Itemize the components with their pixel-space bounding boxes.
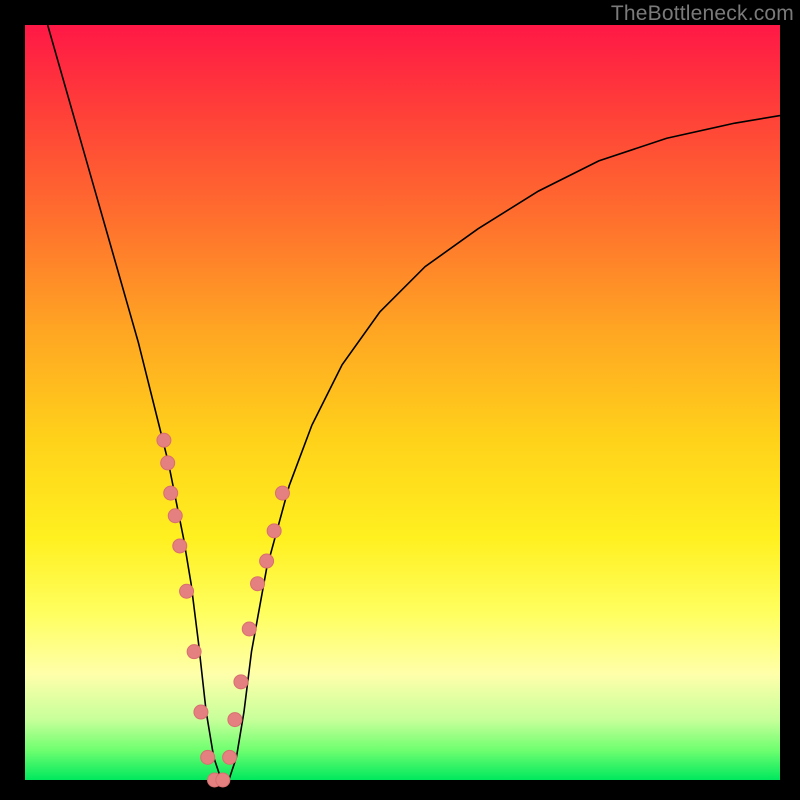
marker-point <box>161 456 175 470</box>
marker-point <box>180 584 194 598</box>
marker-point <box>164 486 178 500</box>
sample-points <box>157 433 290 787</box>
marker-point <box>173 539 187 553</box>
marker-point <box>267 524 281 538</box>
marker-point <box>187 645 201 659</box>
marker-point <box>234 675 248 689</box>
marker-point <box>168 509 182 523</box>
marker-point <box>201 750 215 764</box>
marker-point <box>251 577 265 591</box>
watermark-text: TheBottleneck.com <box>611 2 794 26</box>
plot-svg <box>25 25 780 780</box>
marker-point <box>228 713 242 727</box>
plot-area <box>25 25 780 780</box>
marker-point <box>275 486 289 500</box>
marker-point <box>157 433 171 447</box>
chart-frame: TheBottleneck.com <box>0 0 800 800</box>
marker-point <box>242 622 256 636</box>
marker-point <box>260 554 274 568</box>
bottleneck-curve <box>48 25 780 780</box>
marker-point <box>223 750 237 764</box>
marker-point <box>194 705 208 719</box>
marker-point <box>216 773 230 787</box>
